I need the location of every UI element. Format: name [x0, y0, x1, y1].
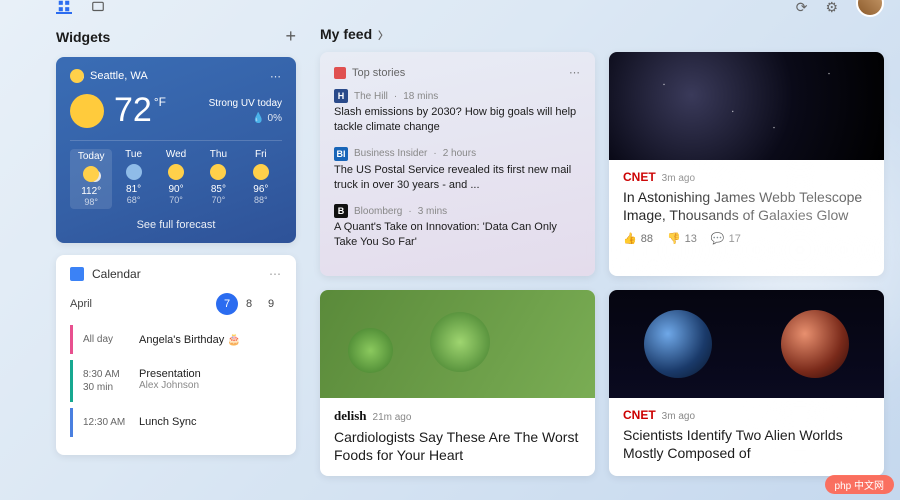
watermark: php 中文网 — [825, 475, 894, 494]
forecast-icon — [168, 164, 184, 180]
calendar-event[interactable]: 8:30 AM30 minPresentationAlex Johnson — [70, 360, 282, 402]
calendar-event[interactable]: 12:30 AMLunch Sync — [70, 408, 282, 437]
topstories-icon — [334, 67, 346, 79]
calendar-day[interactable]: 9 — [260, 293, 282, 315]
feed-title[interactable]: My feed 〉 — [320, 26, 388, 42]
forecast-day[interactable]: Wed90°70° — [155, 149, 197, 209]
forecast-icon — [253, 164, 269, 180]
source-brand: CNET — [623, 408, 656, 422]
card-image — [609, 52, 884, 160]
temp-unit: °F — [154, 95, 166, 109]
precip-text: 0% — [268, 113, 282, 124]
weather-icon — [70, 69, 84, 83]
widgets-title: Widgets — [56, 29, 110, 45]
forecast-icon — [83, 166, 99, 182]
tab-home-icon[interactable] — [56, 0, 72, 14]
chevron-right-icon: 〉 — [378, 27, 388, 42]
forecast-day[interactable]: Today112°98° — [70, 149, 112, 209]
card-image — [609, 290, 884, 398]
news-card[interactable]: delish21m ago Cardiologists Say These Ar… — [320, 290, 595, 476]
calendar-menu-icon[interactable]: ⋯ — [269, 267, 282, 281]
forecast-day[interactable]: Fri96°88° — [240, 149, 282, 209]
weather-location: Seattle, WA — [90, 70, 148, 82]
card-image — [320, 290, 595, 398]
top-stories-card[interactable]: Top stories ⋯ HThe Hill · 18 mins Slash e… — [320, 52, 595, 276]
refresh-icon[interactable]: ⟳ — [796, 0, 808, 16]
news-story[interactable]: BBloomberg · 3 mins A Quant's Take on In… — [334, 204, 581, 250]
forecast-day[interactable]: Thu85°70° — [197, 149, 239, 209]
news-story[interactable]: HThe Hill · 18 mins Slash emissions by 2… — [334, 89, 581, 135]
calendar-title: Calendar — [92, 267, 141, 281]
card-title: Cardiologists Say These Are The Worst Fo… — [334, 428, 581, 464]
story-headline: A Quant's Take on Innovation: 'Data Can … — [334, 220, 581, 250]
calendar-day[interactable]: 8 — [238, 293, 260, 315]
source-icon: H — [334, 89, 348, 103]
uv-text: Strong UV today — [209, 96, 282, 111]
settings-icon[interactable]: ⚙ — [825, 0, 838, 16]
forecast-icon — [210, 164, 226, 180]
source-brand: delish — [334, 408, 367, 423]
see-forecast-link[interactable]: See full forecast — [70, 219, 282, 231]
calendar-icon — [70, 267, 84, 281]
calendar-widget[interactable]: Calendar ⋯ April 7 8 9 All dayAngela's B… — [56, 255, 296, 455]
source-icon: B — [334, 204, 348, 218]
forecast-icon — [126, 164, 142, 180]
forecast-day[interactable]: Tue81°68° — [112, 149, 154, 209]
weather-menu-icon[interactable]: ⋯ — [270, 70, 282, 83]
avatar[interactable] — [856, 0, 884, 17]
story-menu-icon[interactable]: ⋯ — [569, 66, 581, 79]
add-widget-button[interactable]: + — [285, 26, 296, 47]
topstories-label: Top stories — [352, 67, 405, 79]
calendar-month: April — [70, 298, 92, 310]
tab-secondary-icon[interactable] — [90, 0, 106, 14]
story-headline: The US Postal Service revealed its first… — [334, 163, 581, 193]
source-icon: BI — [334, 147, 348, 161]
weather-widget[interactable]: Seattle, WA ⋯ 72°F Strong UV today 💧 0% … — [56, 57, 296, 243]
news-card[interactable]: CNET3m ago Scientists Identify Two Alien… — [609, 290, 884, 476]
calendar-day[interactable]: 7 — [216, 293, 238, 315]
current-temp: 72 — [114, 91, 152, 130]
current-condition-icon — [70, 94, 104, 128]
news-story[interactable]: BIBusiness Insider · 2 hours The US Post… — [334, 147, 581, 193]
calendar-event[interactable]: All dayAngela's Birthday 🎂 — [70, 325, 282, 354]
story-headline: Slash emissions by 2030? How big goals w… — [334, 105, 581, 135]
forecast-row: Today112°98° Tue81°68° Wed90°70° Thu85°7… — [70, 140, 282, 209]
